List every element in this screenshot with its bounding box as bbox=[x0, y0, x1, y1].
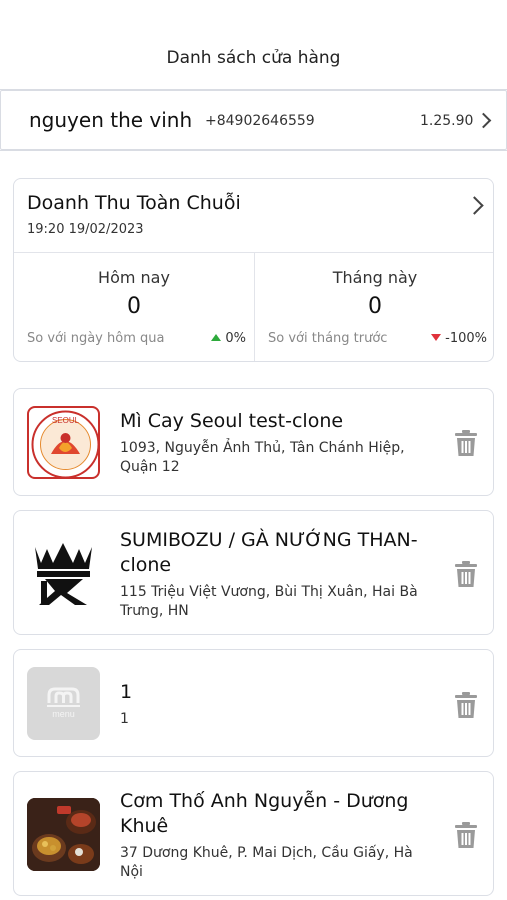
menu-placeholder-icon: menu bbox=[27, 667, 100, 740]
app-version: 1.25.90 bbox=[420, 113, 474, 129]
chain-revenue-card[interactable]: Doanh Thu Toàn Chuỗi 19:20 19/02/2023 Hô… bbox=[13, 178, 494, 362]
month-compare-label: So với tháng trước bbox=[268, 331, 388, 346]
store-name: Mì Cay Seoul test-clone bbox=[120, 410, 344, 432]
store-address: 1093, Nguyễn Ảnh Thủ, Tân Chánh Hiệp, Qu… bbox=[120, 440, 405, 475]
store-card[interactable]: SEOUL Mì Cay Seoul test-clone 1093, Nguy… bbox=[13, 388, 494, 496]
store-name: Cơm Thố Anh Nguyễn - Dương Khuê bbox=[120, 790, 409, 837]
revenue-title: Doanh Thu Toàn Chuỗi bbox=[27, 192, 241, 214]
store-address: 37 Dương Khuê, P. Mai Dịch, Cầu Giấy, Hà… bbox=[120, 845, 413, 880]
today-value: 0 bbox=[127, 294, 141, 319]
store-name: SUMIBOZU / GÀ NƯỚNG THAN-clone bbox=[120, 529, 418, 576]
month-change-value: -100% bbox=[445, 331, 487, 346]
store-card[interactable]: Cơm Thố Anh Nguyễn - Dương Khuê 37 Dương… bbox=[13, 771, 494, 896]
seoul-logo-text: SEOUL bbox=[52, 416, 80, 425]
user-account-bar[interactable]: nguyen the vinh +84902646559 1.25.90 bbox=[0, 89, 507, 151]
store-address: 115 Triệu Việt Vương, Bùi Thị Xuân, Hai … bbox=[120, 584, 418, 619]
seoul-logo-icon: SEOUL bbox=[27, 406, 100, 479]
sumibozu-logo-icon bbox=[27, 537, 100, 610]
trend-up-icon bbox=[211, 334, 222, 341]
today-compare-label: So với ngày hôm qua bbox=[27, 331, 165, 346]
page-title: Danh sách cửa hàng bbox=[166, 48, 341, 68]
trend-down-icon bbox=[431, 334, 442, 341]
store-name: 1 bbox=[120, 681, 133, 703]
user-name: nguyen the vinh bbox=[29, 108, 193, 132]
month-value: 0 bbox=[368, 294, 382, 319]
today-change-value: 0% bbox=[225, 331, 246, 346]
store-card[interactable]: menu 1 1 bbox=[13, 649, 494, 757]
today-change: 0% bbox=[211, 331, 246, 346]
month-label: Tháng này bbox=[332, 268, 418, 287]
trash-icon[interactable] bbox=[455, 822, 477, 848]
trash-icon[interactable] bbox=[455, 561, 477, 587]
revenue-timestamp: 19:20 19/02/2023 bbox=[27, 222, 144, 237]
trash-icon[interactable] bbox=[455, 692, 477, 718]
today-revenue-stat: Hôm nay 0 So với ngày hôm qua 0% bbox=[14, 252, 254, 362]
food-photo-icon bbox=[27, 798, 100, 871]
month-revenue-stat: Tháng này 0 So với tháng trước -100% bbox=[255, 252, 495, 362]
month-change: -100% bbox=[431, 331, 487, 346]
placeholder-text: menu bbox=[52, 709, 75, 719]
chevron-right-icon[interactable] bbox=[465, 196, 484, 215]
trash-icon[interactable] bbox=[455, 430, 477, 456]
store-address: 1 bbox=[120, 711, 129, 727]
today-label: Hôm nay bbox=[98, 268, 170, 287]
store-card[interactable]: SUMIBOZU / GÀ NƯỚNG THAN-clone 115 Triệu… bbox=[13, 510, 494, 635]
user-phone: +84902646559 bbox=[205, 113, 315, 129]
